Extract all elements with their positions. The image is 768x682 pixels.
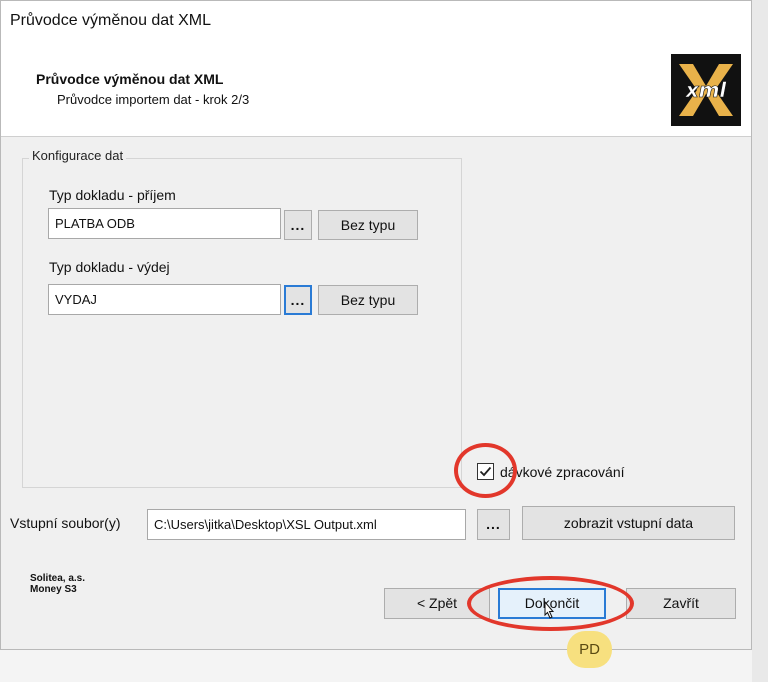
close-button[interactable]: Zavřít [626, 588, 736, 619]
group-label: Konfigurace dat [29, 148, 127, 163]
batch-label: dávkové zpracování [500, 464, 625, 480]
wizard-header: Průvodce výměnou dat XML Průvodce import… [1, 41, 751, 137]
income-type-label: Typ dokladu - příjem [49, 187, 176, 203]
background-strip [752, 0, 768, 682]
product-name: Money S3 [30, 584, 77, 595]
show-input-data-button[interactable]: zobrazit vstupní data [522, 506, 735, 540]
header-title: Průvodce výměnou dat XML [36, 71, 224, 87]
income-none-button[interactable]: Bez typu [318, 210, 418, 240]
company-info: Solitea, a.s. Money S3 [30, 573, 85, 595]
input-browse-button[interactable]: ... [477, 509, 510, 540]
header-subtitle: Průvodce importem dat - krok 2/3 [57, 92, 250, 107]
logo-text: xml [685, 78, 728, 102]
xml-logo-icon: xml [671, 54, 741, 126]
input-file-label: Vstupní soubor(y) [10, 515, 121, 531]
mouse-cursor-icon [541, 600, 557, 629]
company-name: Solitea, a.s. [30, 573, 86, 584]
window-title: Průvodce výměnou dat XML [1, 1, 751, 41]
input-file-field[interactable]: C:\Users\jitka\Desktop\XSL Output.xml [147, 509, 466, 540]
income-browse-button[interactable]: ... [284, 210, 312, 240]
checkbox-highlight-ring [454, 443, 517, 498]
expense-type-input[interactable]: VYDAJ [48, 284, 281, 315]
expense-none-button[interactable]: Bez typu [318, 285, 418, 315]
user-badge: PD [567, 631, 612, 668]
income-type-input[interactable]: PLATBA ODB [48, 208, 281, 239]
expense-type-label: Typ dokladu - výdej [49, 259, 170, 275]
expense-browse-button[interactable]: ... [284, 285, 312, 315]
